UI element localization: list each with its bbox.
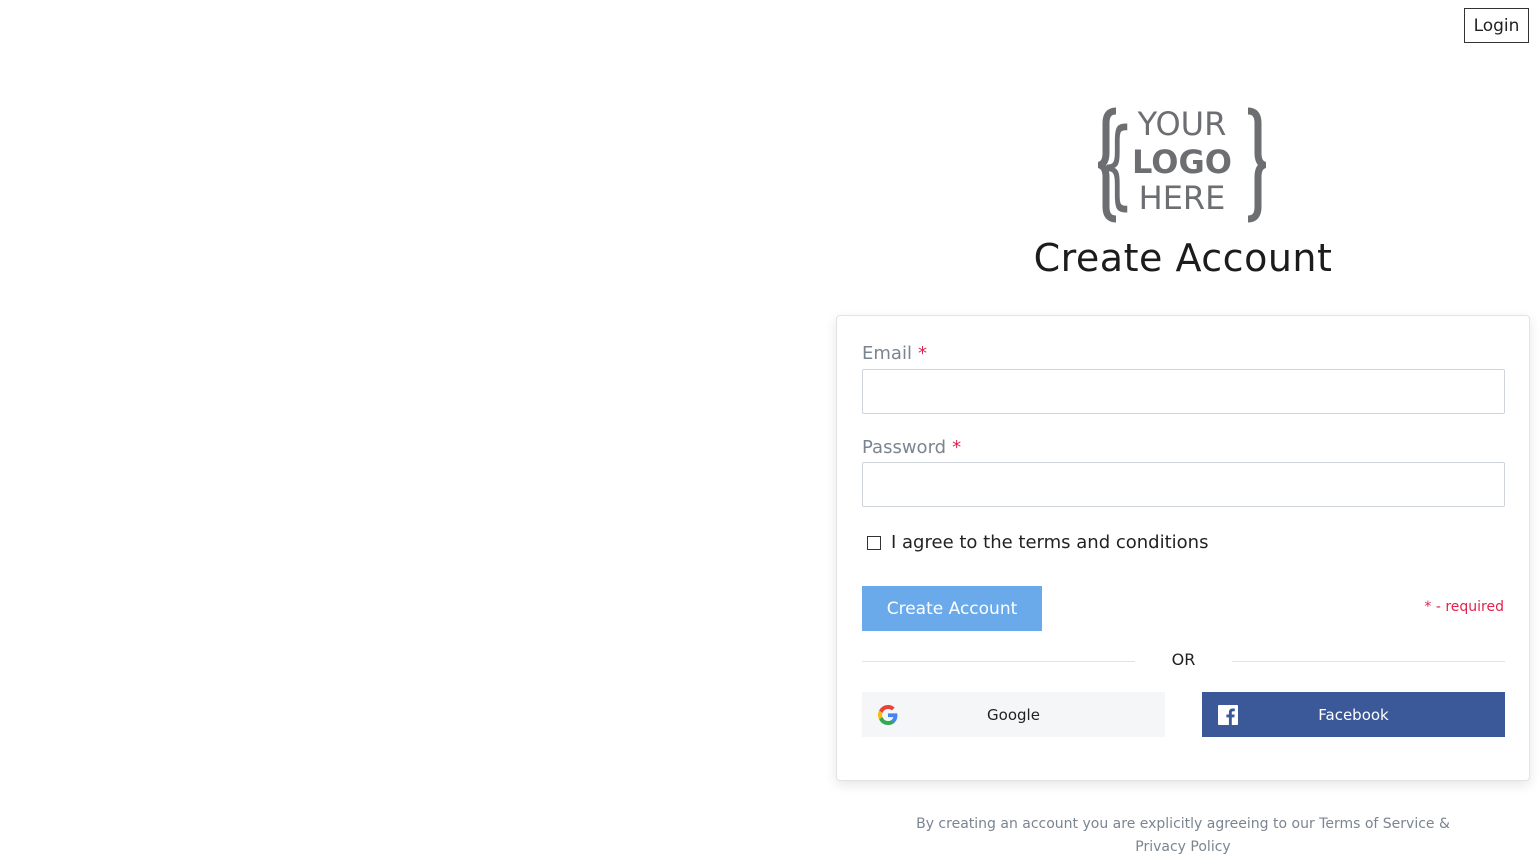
password-input[interactable] [862,462,1505,507]
or-text: OR [1171,650,1196,669]
footer-disclaimer: By creating an account you are explicitl… [836,813,1530,859]
create-account-button[interactable]: Create Account [862,586,1042,631]
facebook-label: Facebook [1318,705,1389,724]
logo-line-2: LOGO [1132,143,1232,181]
password-label-text: Password [862,437,947,458]
terms-label[interactable]: I agree to the terms and conditions [891,532,1208,553]
password-required-star: * [952,437,962,458]
email-required-star: * [917,343,927,364]
page-title: Create Account [1033,236,1333,280]
google-signin-button[interactable]: Google [862,692,1165,737]
logo: { YOUR LOGO HERE [1098,105,1266,223]
email-input[interactable] [862,369,1505,414]
footer-line-1: By creating an account you are explicitl… [916,816,1450,832]
footer-line-2: Privacy Policy [1135,839,1231,855]
facebook-icon [1218,705,1238,725]
email-label-text: Email [862,343,912,364]
google-label: Google [987,705,1040,724]
terms-row: I agree to the terms and conditions [867,532,1208,553]
password-label: Password * [862,437,961,458]
divider-line-right [1232,661,1505,662]
logo-line-3: HERE [1139,179,1226,217]
terms-checkbox[interactable] [867,535,881,550]
email-label: Email * [862,343,927,364]
google-icon [878,705,898,725]
login-button[interactable]: Login [1464,8,1529,43]
logo-line-1: YOUR [1137,105,1227,143]
signup-card: Email * Password * I agree to the terms an… [836,315,1530,781]
required-note: * - required [1424,599,1504,615]
facebook-signin-button[interactable]: Facebook [1202,692,1505,737]
or-divider: OR [862,650,1505,672]
